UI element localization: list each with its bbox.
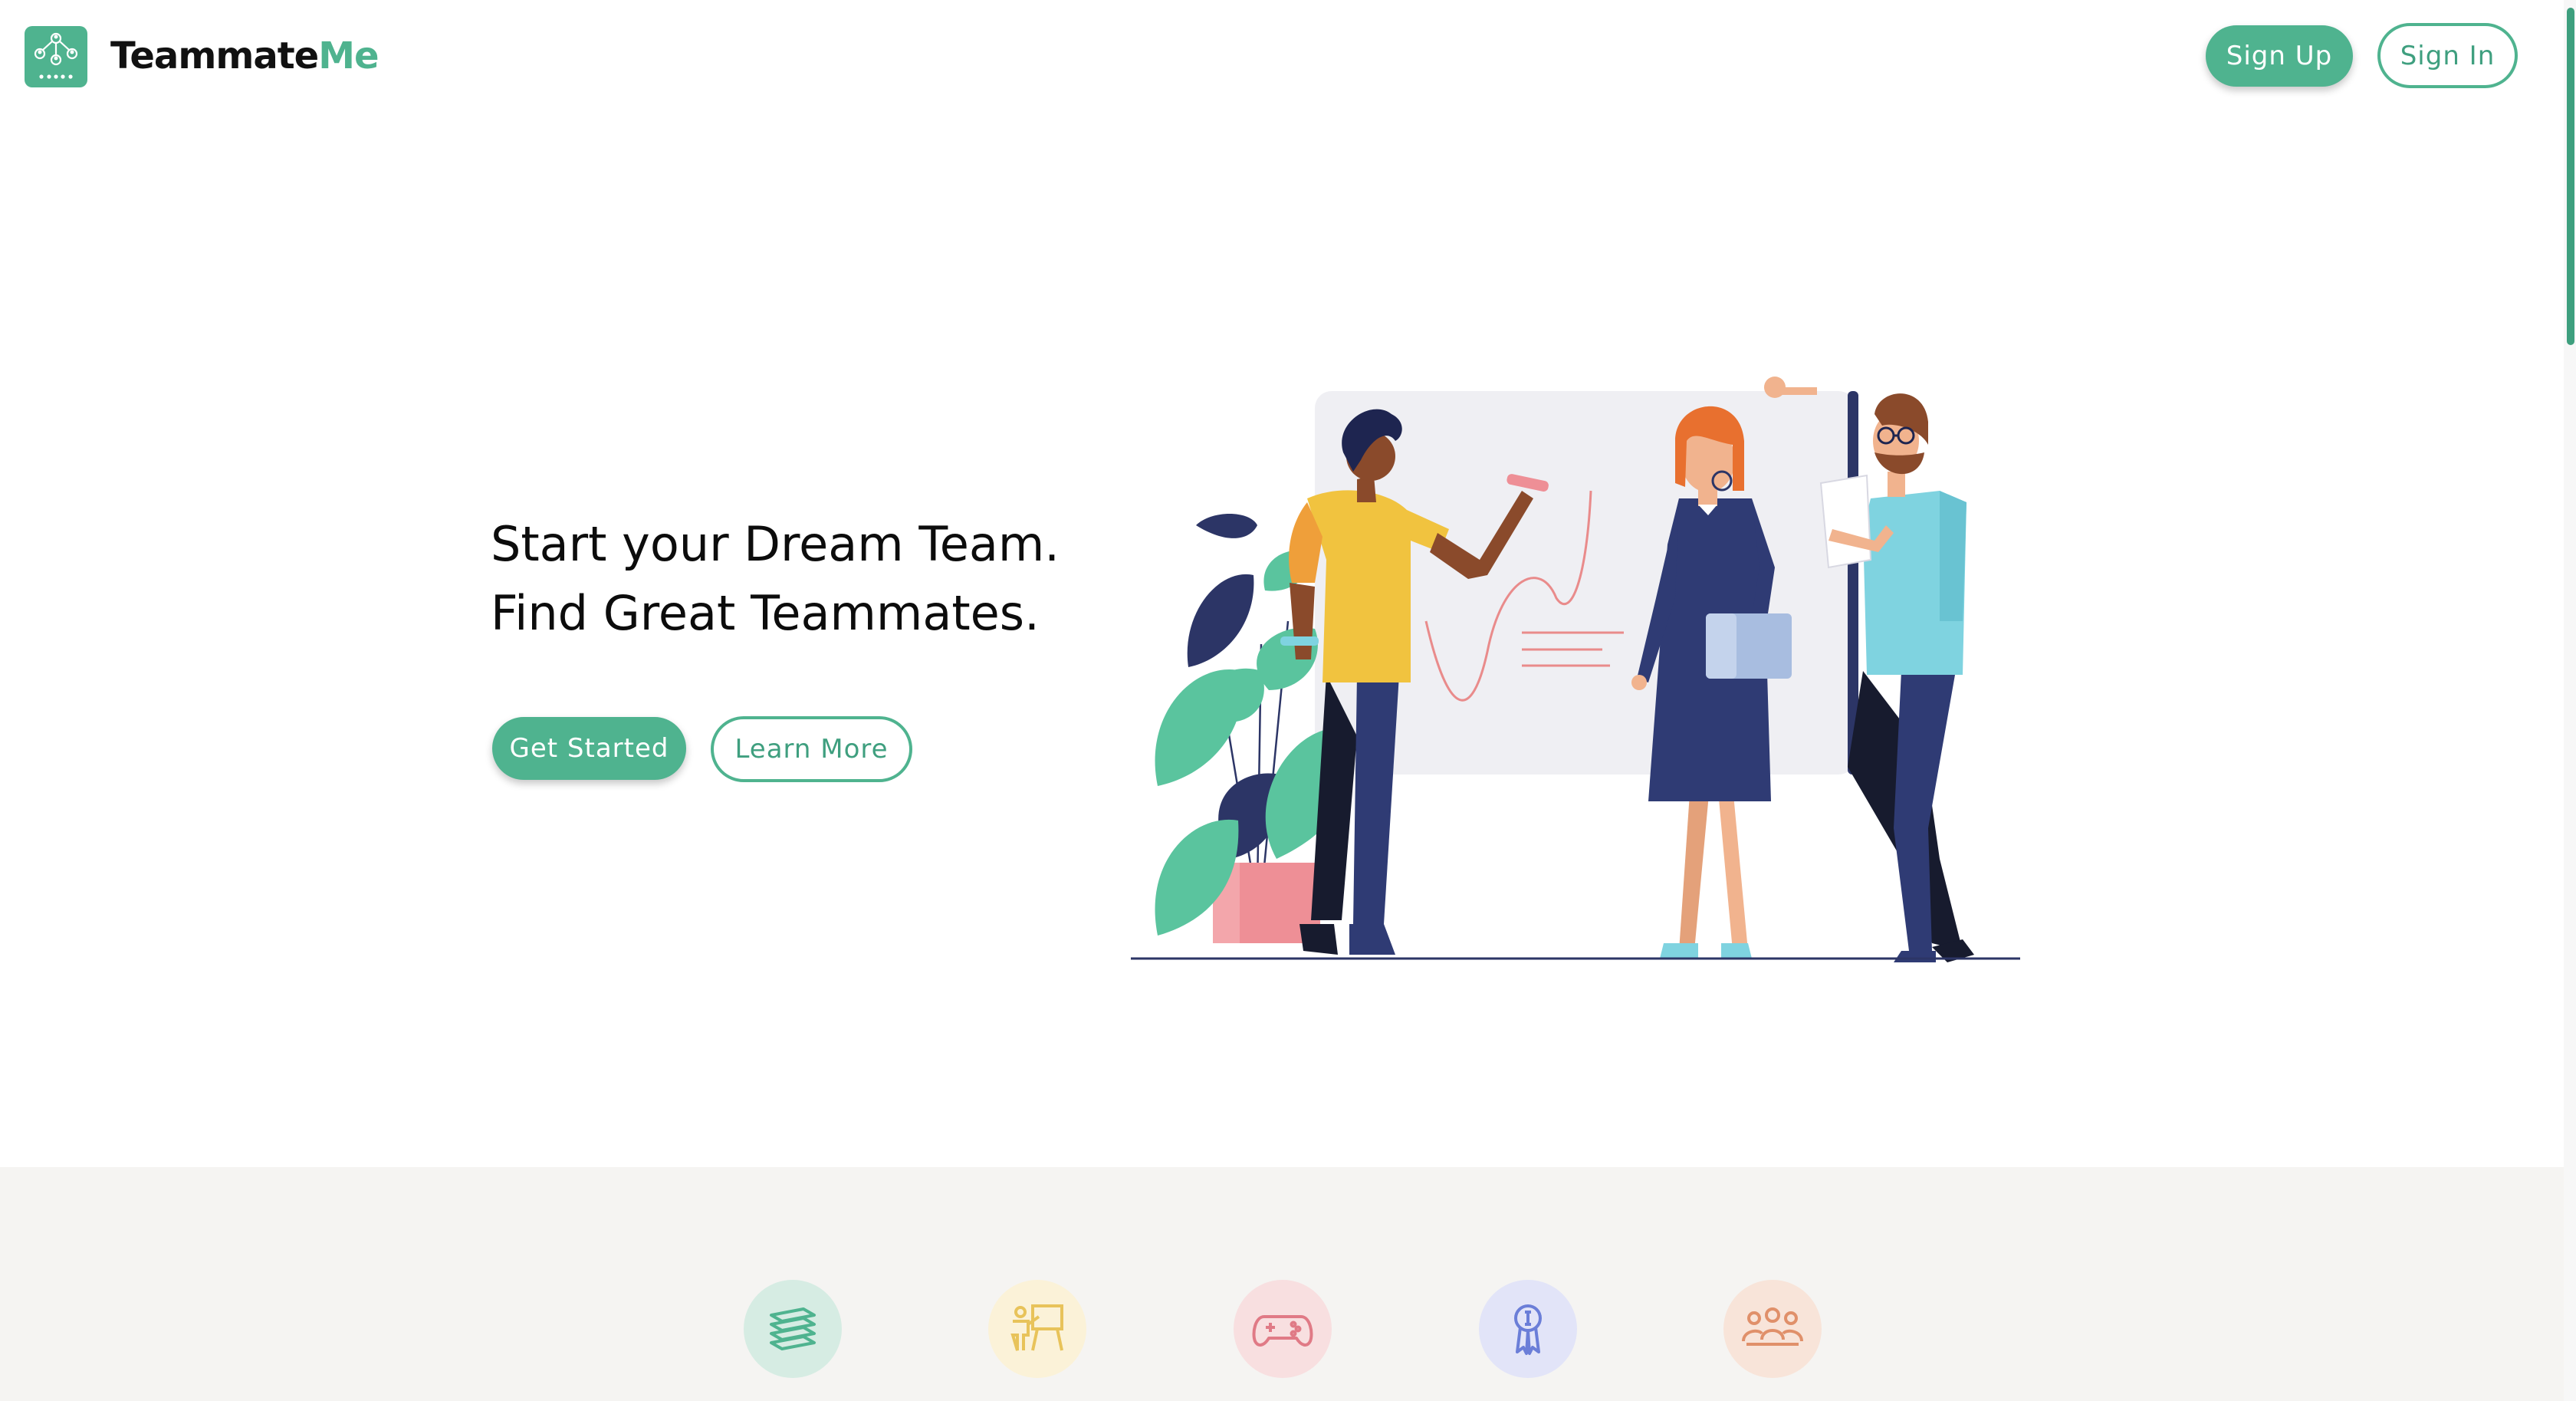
sign-up-button[interactable]: Sign Up <box>2206 25 2353 87</box>
features-strip <box>0 1167 2564 1401</box>
brand-name-part2: Me <box>318 35 379 77</box>
navbar: TeammateMe Sign Up Sign In <box>0 0 2576 115</box>
learn-more-button[interactable]: Learn More <box>711 716 912 782</box>
hero-heading: Start your Dream Team. Find Great Teamma… <box>491 510 1060 648</box>
group-icon[interactable] <box>1723 1280 1822 1378</box>
hero-heading-line2: Find Great Teammates. <box>491 585 1040 641</box>
get-started-button[interactable]: Get Started <box>492 717 686 780</box>
brand-name-part1: Teammate <box>110 35 319 77</box>
sign-in-button[interactable]: Sign In <box>2377 23 2518 88</box>
gamepad-icon[interactable] <box>1234 1280 1332 1378</box>
hero-heading-line1: Start your Dream Team. <box>491 516 1060 572</box>
books-icon[interactable] <box>744 1280 842 1378</box>
team-whiteboard-illustration <box>1131 377 2020 962</box>
scrollbar-thumb[interactable] <box>2567 8 2574 345</box>
award-icon[interactable] <box>1479 1280 1577 1378</box>
brand-name[interactable]: TeammateMe <box>110 29 380 83</box>
presentation-icon[interactable] <box>988 1280 1086 1378</box>
team-network-icon[interactable] <box>25 26 87 87</box>
